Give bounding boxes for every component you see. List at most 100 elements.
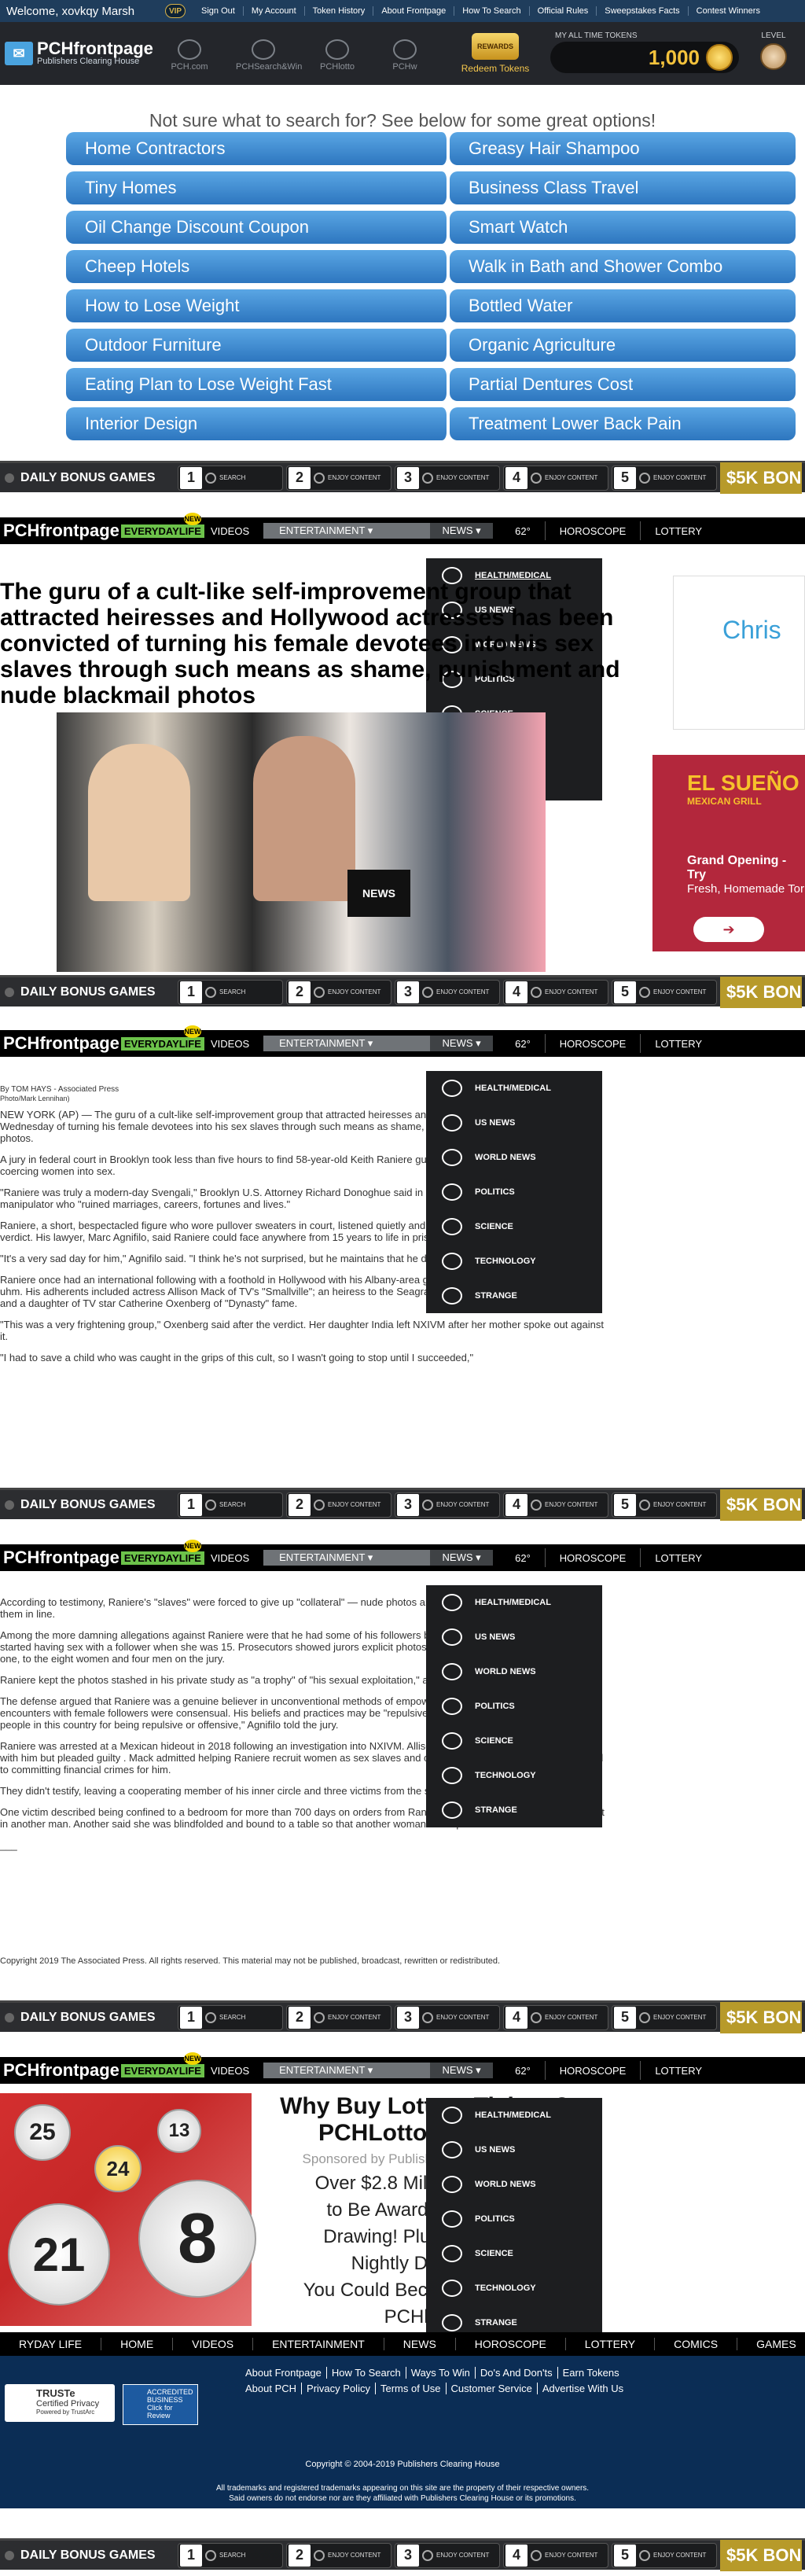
- how-to-search-link[interactable]: How To Search: [454, 6, 528, 16]
- nav-news[interactable]: NEWS ▾: [430, 1036, 494, 1051]
- dropdown-world-news[interactable]: WORLD NEWS: [426, 2167, 602, 2202]
- bonus-slot[interactable]: 3 ENJOY CONTENT: [395, 2542, 500, 2568]
- nav-entertainment[interactable]: ENTERTAINMENT ▾: [263, 1550, 431, 1566]
- hub-pch-com[interactable]: PCH.com: [162, 39, 217, 72]
- nav-logo[interactable]: PCHfrontpage EVERYDAYLIFE NEW: [0, 513, 204, 541]
- info-icon[interactable]: [5, 987, 14, 997]
- dropdown-technology[interactable]: TECHNOLOGY: [426, 1244, 602, 1279]
- footer-link[interactable]: Advertise With Us: [538, 2383, 628, 2394]
- dropdown-science[interactable]: SCIENCE: [426, 1209, 602, 1244]
- footer-nav-entertainment[interactable]: ENTERTAINMENT: [253, 2338, 384, 2350]
- footer-nav-comics[interactable]: COMICS: [655, 2338, 738, 2350]
- bonus-prize[interactable]: $5K BON: [720, 976, 802, 1008]
- dropdown-us-news[interactable]: US NEWS: [426, 1106, 602, 1140]
- bonus-slot[interactable]: 1 SEARCH: [178, 979, 283, 1005]
- dropdown-politics[interactable]: POLITICS: [426, 1689, 602, 1724]
- dropdown-us-news[interactable]: US NEWS: [426, 2133, 602, 2167]
- dropdown-health[interactable]: HEALTH/MEDICAL: [426, 1585, 602, 1620]
- level-indicator[interactable]: LEVEL: [750, 31, 797, 70]
- suggestion-button[interactable]: Partial Dentures Cost: [450, 368, 796, 401]
- footer-nav-games[interactable]: GAMES: [737, 2338, 805, 2350]
- bonus-slot[interactable]: 5 ENJOY CONTENT: [612, 979, 717, 1005]
- bonus-slot[interactable]: 5 ENJOY CONTENT: [612, 2004, 717, 2030]
- suggestion-button[interactable]: Cheep Hotels: [66, 250, 450, 283]
- bonus-slot[interactable]: 2 ENJOY CONTENT: [286, 1492, 391, 1518]
- nav-lottery[interactable]: LOTTERY: [641, 2065, 716, 2077]
- about-frontpage-link[interactable]: About Frontpage: [373, 6, 454, 16]
- suggestion-button[interactable]: Business Class Travel: [450, 171, 796, 204]
- nav-videos[interactable]: VIDEOS: [197, 2065, 263, 2077]
- nav-horoscope[interactable]: HOROSCOPE: [546, 1552, 641, 1564]
- nav-weather[interactable]: 62°: [493, 525, 545, 537]
- bonus-slot[interactable]: 4 ENJOY CONTENT: [503, 2004, 608, 2030]
- nav-horoscope[interactable]: HOROSCOPE: [546, 2065, 641, 2077]
- nav-entertainment[interactable]: ENTERTAINMENT ▾: [263, 2063, 431, 2078]
- nav-lottery[interactable]: LOTTERY: [641, 525, 716, 537]
- nav-logo[interactable]: PCHfrontpage EVERYDAYLIFE NEW: [0, 1540, 204, 1568]
- bonus-prize[interactable]: $5K BON: [720, 1489, 802, 1521]
- nav-entertainment[interactable]: ENTERTAINMENT ▾: [263, 523, 431, 539]
- suggestion-button[interactable]: Home Contractors: [66, 132, 450, 165]
- nav-entertainment[interactable]: ENTERTAINMENT ▾: [263, 1036, 431, 1051]
- suggestion-button[interactable]: Organic Agriculture: [450, 329, 796, 362]
- dropdown-world-news[interactable]: WORLD NEWS: [426, 1654, 602, 1689]
- footer-nav-everyday-life[interactable]: RYDAY LIFE: [0, 2338, 102, 2350]
- bonus-slot[interactable]: 4 ENJOY CONTENT: [503, 465, 608, 491]
- footer-nav-videos[interactable]: VIDEOS: [173, 2338, 254, 2350]
- nav-videos[interactable]: VIDEOS: [197, 525, 263, 537]
- suggestion-button[interactable]: Outdoor Furniture: [66, 329, 450, 362]
- dropdown-us-news[interactable]: US NEWS: [426, 1620, 602, 1654]
- suggestion-button[interactable]: Treatment Lower Back Pain: [450, 407, 796, 440]
- truste-seal[interactable]: TRUSTe Certified Privacy Powered by Trus…: [5, 2384, 115, 2422]
- nav-videos[interactable]: VIDEOS: [197, 1038, 263, 1050]
- bonus-slot[interactable]: 2 ENJOY CONTENT: [286, 2004, 391, 2030]
- bonus-slot[interactable]: 2 ENJOY CONTENT: [286, 979, 391, 1005]
- footer-nav-news[interactable]: NEWS: [384, 2338, 456, 2350]
- suggestion-button[interactable]: Greasy Hair Shampoo: [450, 132, 796, 165]
- footer-link[interactable]: Do's And Don'ts: [475, 2367, 558, 2379]
- bonus-slot[interactable]: 1 SEARCH: [178, 2542, 283, 2568]
- pch-frontpage-logo[interactable]: ✉ PCHfrontpage Publishers Clearing House: [5, 40, 153, 66]
- nav-weather[interactable]: 62°: [493, 2065, 545, 2077]
- footer-link[interactable]: Ways To Win: [406, 2367, 476, 2379]
- suggestion-button[interactable]: Interior Design: [66, 407, 450, 440]
- bonus-slot[interactable]: 3 ENJOY CONTENT: [395, 1492, 500, 1518]
- suggestion-button[interactable]: Oil Change Discount Coupon: [66, 211, 450, 244]
- footer-link[interactable]: Privacy Policy: [302, 2383, 376, 2394]
- bonus-slot[interactable]: 4 ENJOY CONTENT: [503, 979, 608, 1005]
- bonus-prize[interactable]: $5K BON: [720, 2539, 802, 2571]
- bonus-slot[interactable]: 2 ENJOY CONTENT: [286, 465, 391, 491]
- nav-news[interactable]: NEWS ▾: [430, 2063, 494, 2078]
- dropdown-science[interactable]: SCIENCE: [426, 2236, 602, 2271]
- token-history-link[interactable]: Token History: [303, 6, 373, 16]
- bonus-slot[interactable]: 1 SEARCH: [178, 2004, 283, 2030]
- sweepstakes-facts-link[interactable]: Sweepstakes Facts: [596, 6, 687, 16]
- dropdown-science[interactable]: SCIENCE: [426, 1724, 602, 1758]
- bonus-slot[interactable]: 3 ENJOY CONTENT: [395, 465, 500, 491]
- suggestion-button[interactable]: Tiny Homes: [66, 171, 450, 204]
- footer-link[interactable]: About PCH: [241, 2383, 303, 2394]
- my-account-link[interactable]: My Account: [242, 6, 304, 16]
- bonus-slot[interactable]: 3 ENJOY CONTENT: [395, 979, 500, 1005]
- dropdown-health[interactable]: HEALTH/MEDICAL: [426, 2098, 602, 2133]
- nav-news[interactable]: NEWS ▾: [430, 1550, 494, 1566]
- info-icon[interactable]: [5, 2012, 14, 2022]
- pch-lotto-promo[interactable]: 25 24 13 21 8 Why Buy Lottery Tickets? P…: [0, 2093, 805, 2326]
- info-icon[interactable]: [5, 2550, 14, 2560]
- dropdown-world-news[interactable]: WORLD NEWS: [426, 1140, 602, 1175]
- dropdown-politics[interactable]: POLITICS: [426, 2202, 602, 2236]
- nav-news[interactable]: NEWS ▾: [430, 523, 494, 539]
- footer-nav-lottery[interactable]: LOTTERY: [566, 2338, 656, 2350]
- contest-winners-link[interactable]: Contest Winners: [687, 6, 768, 16]
- dropdown-politics[interactable]: POLITICS: [426, 1175, 602, 1209]
- footer-link[interactable]: Earn Tokens: [558, 2367, 624, 2379]
- info-icon[interactable]: [5, 1500, 14, 1510]
- redeem-tokens[interactable]: REWARDS Redeem Tokens: [458, 33, 533, 74]
- bonus-prize[interactable]: $5K BON: [720, 462, 802, 494]
- bonus-slot[interactable]: 5 ENJOY CONTENT: [612, 465, 717, 491]
- dropdown-health[interactable]: HEALTH/MEDICAL: [426, 1071, 602, 1106]
- info-icon[interactable]: [5, 473, 14, 483]
- nav-videos[interactable]: VIDEOS: [197, 1552, 263, 1564]
- bonus-slot[interactable]: 1 SEARCH: [178, 1492, 283, 1518]
- footer-link[interactable]: How To Search: [326, 2367, 406, 2379]
